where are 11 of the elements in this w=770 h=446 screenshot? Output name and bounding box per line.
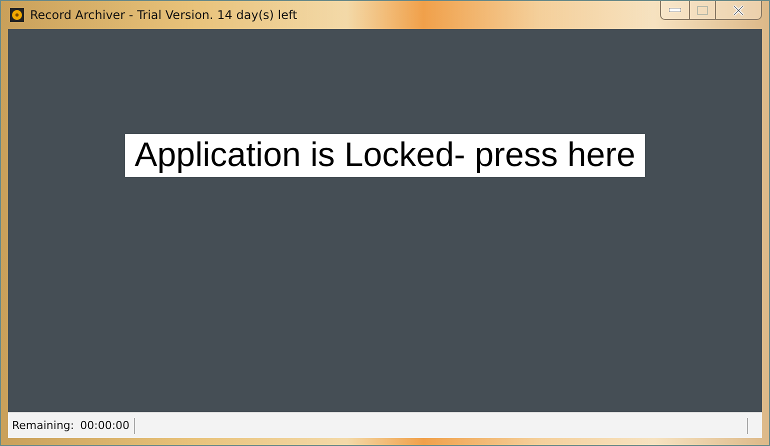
maximize-icon [697,6,708,14]
close-button[interactable] [715,1,761,19]
status-label: Remaining: [12,419,74,432]
app-icon [10,8,24,22]
minimize-button[interactable] [661,1,689,19]
window-title: Record Archiver - Trial Version. 14 day(s) left [30,8,298,22]
unlock-button[interactable]: Application is Locked- press here [124,134,646,177]
close-icon [732,4,745,16]
remaining-time: 00:00:00 [80,419,130,432]
maximize-button[interactable] [689,1,715,19]
minimize-icon [669,8,681,12]
